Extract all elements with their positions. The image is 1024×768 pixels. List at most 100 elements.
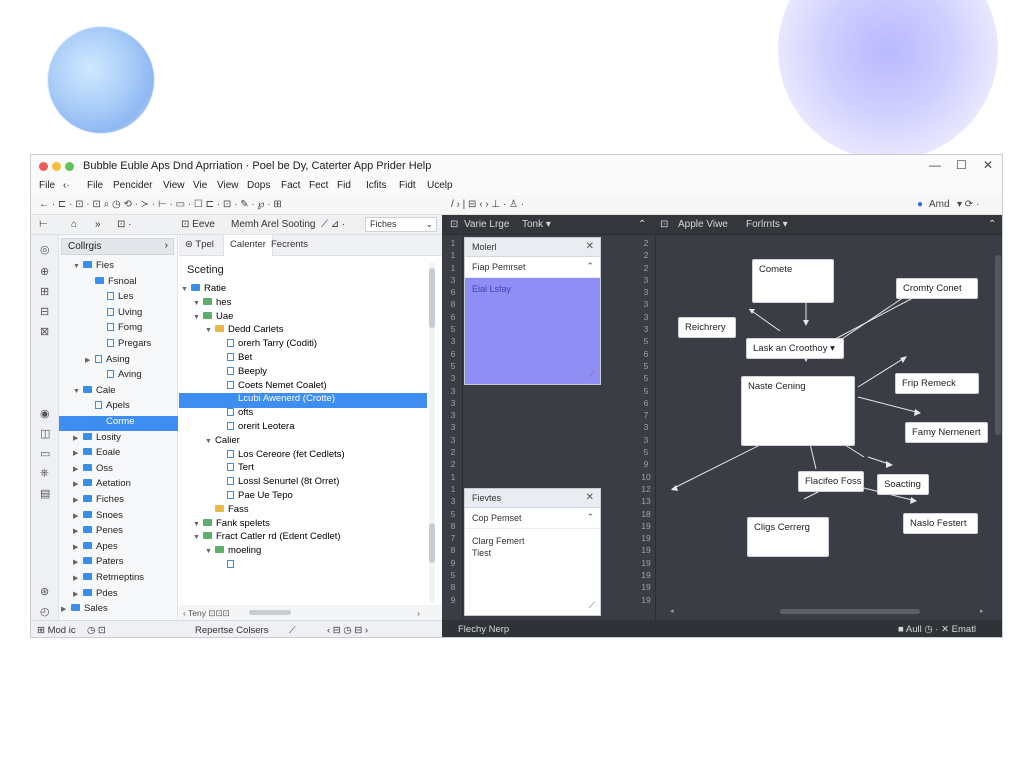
tree-item[interactable]: Lossl Senurtel (8t Orret): [179, 476, 427, 491]
caret-down-icon[interactable]: ▼: [73, 388, 83, 395]
caret-down-icon[interactable]: ▼: [73, 263, 83, 270]
menu-item[interactable]: Ucelp: [427, 180, 453, 191]
chevron-up-icon[interactable]: ⌃: [586, 261, 594, 272]
tree-item[interactable]: Tert: [179, 462, 427, 477]
menu-item[interactable]: Fect: [309, 180, 328, 191]
caret-down-icon[interactable]: ▼: [205, 438, 215, 445]
panel-icon[interactable]: ⊡: [450, 219, 458, 230]
tree-item[interactable]: Fsnoal: [59, 276, 178, 291]
collapse-icon[interactable]: ⌃: [988, 219, 996, 230]
status-icons[interactable]: ◷ ⊡: [87, 625, 106, 636]
tree-item-selected[interactable]: Corme: [59, 416, 178, 431]
caret-right-icon[interactable]: ▶: [73, 574, 83, 582]
tree-item[interactable]: ▼ Fract Catler rd (Edent Cedlet): [179, 531, 427, 546]
caret-right-icon[interactable]: ▶: [73, 434, 83, 442]
menu-item[interactable]: File: [39, 180, 55, 191]
tree-item[interactable]: Les: [59, 291, 178, 306]
tree-item[interactable]: ▶ Eoale: [59, 447, 178, 462]
menu-item[interactable]: Fid: [337, 180, 351, 191]
pen-icon[interactable]: ⟋: [289, 625, 296, 636]
activity-icon[interactable]: ⊠: [40, 325, 49, 338]
diagram-node[interactable]: Naste Cening: [741, 376, 855, 446]
close-icon[interactable]: ✕: [586, 241, 594, 252]
forward-icon[interactable]: »: [95, 219, 101, 230]
tree-item[interactable]: ▶ Sales: [59, 603, 178, 618]
activity-icon[interactable]: ⊟: [40, 305, 49, 318]
filter-dropdown[interactable]: Fiches ⌄: [365, 217, 437, 232]
card-section[interactable]: Cop Pemset ⌃: [465, 508, 600, 529]
tab-fecrents[interactable]: Fecrents: [271, 239, 308, 250]
menu-item[interactable]: Vie: [193, 180, 207, 191]
diagram-node[interactable]: Reichrery: [678, 317, 736, 338]
header-icon[interactable]: ⊡ ·: [117, 219, 132, 230]
scroll-thumb[interactable]: [429, 523, 435, 563]
resize-grip-icon[interactable]: ⟋: [589, 369, 595, 380]
status-report[interactable]: Repertse Colsers: [195, 625, 268, 636]
chevron-right-icon[interactable]: ›: [417, 608, 420, 618]
tree-item[interactable]: ▶ Apes: [59, 541, 178, 556]
panel-icon[interactable]: ⊡: [660, 219, 668, 230]
activity-icon[interactable]: ▭: [40, 447, 50, 460]
tree-item[interactable]: ▶ Losity: [59, 432, 178, 447]
caret-right-icon[interactable]: ▶: [73, 543, 83, 551]
tree-item[interactable]: ▶ Paters: [59, 556, 178, 571]
tree-item[interactable]: Pregars: [59, 338, 178, 353]
panel-title[interactable]: Varie Lrge: [464, 219, 509, 230]
activity-icon[interactable]: ◉: [40, 407, 50, 420]
tree-item[interactable]: ▶ Retmeptins: [59, 572, 178, 587]
caret-right-icon[interactable]: ▶: [85, 356, 95, 364]
tree-item[interactable]: ▼ Fank spelets: [179, 518, 427, 533]
tree-item[interactable]: ▼ Uae: [179, 311, 427, 326]
formats-dropdown[interactable]: Forlrnts ▾: [746, 219, 788, 230]
caret-down-icon[interactable]: ▼: [193, 521, 203, 528]
tree-item[interactable]: ▶ Penes: [59, 525, 178, 540]
resize-grip-icon[interactable]: ⟋: [589, 599, 595, 611]
close-button[interactable]: ✕: [983, 158, 993, 172]
tree-item[interactable]: ofts: [179, 407, 427, 422]
panel-title[interactable]: Apple Viwe: [678, 219, 728, 230]
header-icon[interactable]: ⊢: [39, 219, 48, 230]
diagram-node[interactable]: Soacting: [877, 474, 929, 495]
tree-item[interactable]: ▶ Asing: [59, 354, 178, 369]
card-section[interactable]: Fiap Pemrset ⌃: [465, 257, 600, 278]
tree-item[interactable]: ▶ Fiches: [59, 494, 178, 509]
tree-item[interactable]: Fomg: [59, 322, 178, 337]
menu-item[interactable]: Dops: [247, 180, 270, 191]
tree-item[interactable]: Pae Ue Tepo: [179, 490, 427, 505]
tree-item[interactable]: Beeply: [179, 366, 427, 381]
diagram-node[interactable]: Comete: [752, 259, 834, 303]
activity-icon[interactable]: ⊞: [40, 285, 49, 298]
minimize-button[interactable]: —: [929, 158, 941, 172]
tree-item[interactable]: Coets Nemet Coalet): [179, 380, 427, 395]
caret-right-icon[interactable]: ▶: [73, 512, 83, 520]
activity-icon[interactable]: ▤: [40, 487, 50, 500]
caret-right-icon[interactable]: ▶: [73, 496, 83, 504]
menu-item[interactable]: Pencider: [113, 180, 152, 191]
scroll-thumb[interactable]: [249, 610, 291, 615]
caret-right-icon[interactable]: ▶: [73, 480, 83, 488]
tree-item[interactable]: orerh Tarry (Coditi): [179, 338, 427, 353]
home-icon[interactable]: ⌂: [71, 219, 77, 230]
tree-item[interactable]: ▼ Dedd Carlets: [179, 324, 427, 339]
tree-item[interactable]: [179, 559, 427, 574]
tab-calenter[interactable]: Calenter: [223, 235, 273, 256]
tree-item-selected[interactable]: Lcubi Awenerd (Crotte): [179, 393, 427, 409]
toolbar-right-icons[interactable]: ▾ ⟳ ·: [957, 199, 979, 210]
tree-item[interactable]: ▶ Oss: [59, 463, 178, 478]
activity-icon[interactable]: ⊕: [40, 265, 49, 278]
diagram-node[interactable]: Cromty Conet: [896, 278, 978, 299]
collapse-icon[interactable]: ⌃: [638, 219, 646, 230]
tree-item[interactable]: ▶ Pdes: [59, 588, 178, 603]
font-dropdown[interactable]: Tonk ▾: [522, 219, 551, 230]
diagram-hscroll[interactable]: ◂ ▸: [670, 607, 990, 615]
caret-down-icon[interactable]: ▼: [205, 548, 215, 555]
tree-item[interactable]: ▼ Calier: [179, 435, 427, 450]
tree-item[interactable]: ▼ moeling: [179, 545, 427, 560]
status-mode[interactable]: ⊞ Mod ic: [37, 625, 76, 636]
header-tab[interactable]: ⊡ Eeve: [181, 219, 215, 230]
toolbar-left-icons[interactable]: ← · ⊏ · ⊡ · ⊡ ⌕ ◷ ⟲ · ≻ · ⊢ · ▭ · ☐ ⊏ · …: [39, 199, 282, 210]
caret-right-icon[interactable]: ▶: [73, 465, 83, 473]
tree-item[interactable]: Apels: [59, 400, 178, 415]
caret-right-icon[interactable]: ▶: [73, 527, 83, 535]
activity-icon[interactable]: ⎈: [40, 467, 49, 480]
